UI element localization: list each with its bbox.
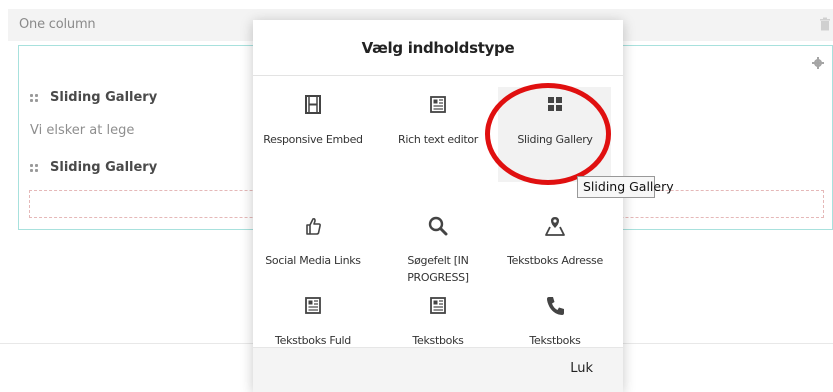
type-tekstboks-phone[interactable]: Tekstboks xyxy=(500,295,610,347)
type-soegefelt[interactable]: Søgefelt [IN PROGRESS] xyxy=(383,215,493,286)
content-item-sliding-gallery[interactable]: Sliding Gallery xyxy=(30,90,157,105)
content-item-label: Sliding Gallery xyxy=(50,160,158,175)
type-label: Tekstboks xyxy=(529,334,581,347)
type-label: Tekstboks Adresse xyxy=(507,254,603,267)
close-button[interactable]: Luk xyxy=(570,361,593,376)
type-label: Responsive Embed xyxy=(263,133,363,146)
type-rich-text-editor[interactable]: Rich text editor xyxy=(383,94,493,148)
text-block[interactable]: Vi elsker at lege xyxy=(30,123,134,138)
gear-icon[interactable] xyxy=(812,57,824,69)
trash-icon[interactable] xyxy=(819,17,831,31)
document-icon xyxy=(430,96,446,113)
map-pin-icon xyxy=(545,217,565,236)
dialog-header: Vælg indholdstype xyxy=(253,20,623,76)
type-label: Søgefelt [IN PROGRESS] xyxy=(407,254,469,284)
type-label: Rich text editor xyxy=(398,133,478,146)
type-label: Social Media Links xyxy=(265,254,361,267)
type-tekstboks-fuld[interactable]: Tekstboks Fuld xyxy=(258,295,368,347)
type-label: Tekstboks xyxy=(412,334,464,347)
content-type-dialog: Vælg indholdstype Responsive Embed Rich … xyxy=(253,20,623,392)
annotation-circle xyxy=(485,83,611,185)
drag-handle-icon[interactable] xyxy=(30,93,38,102)
drag-handle-icon[interactable] xyxy=(30,163,38,172)
search-icon xyxy=(428,216,448,236)
type-label: Tekstboks Fuld xyxy=(275,334,351,347)
section-title: One column xyxy=(19,17,96,32)
type-social-media-links[interactable]: Social Media Links xyxy=(258,215,368,269)
film-icon xyxy=(305,95,321,114)
dialog-title: Vælg indholdstype xyxy=(361,39,515,57)
dialog-footer: Luk xyxy=(253,347,623,392)
thumbs-up-icon xyxy=(306,217,321,235)
content-item-label: Sliding Gallery xyxy=(50,90,158,105)
phone-icon xyxy=(547,297,564,315)
document-icon xyxy=(430,297,446,314)
type-tekstboks[interactable]: Tekstboks xyxy=(383,295,493,347)
type-responsive-embed[interactable]: Responsive Embed xyxy=(258,94,368,148)
content-item-sliding-gallery[interactable]: Sliding Gallery xyxy=(30,160,157,175)
type-tekstboks-adresse[interactable]: Tekstboks Adresse xyxy=(500,215,610,269)
document-icon xyxy=(305,297,321,314)
tooltip: Sliding Gallery xyxy=(577,176,674,198)
